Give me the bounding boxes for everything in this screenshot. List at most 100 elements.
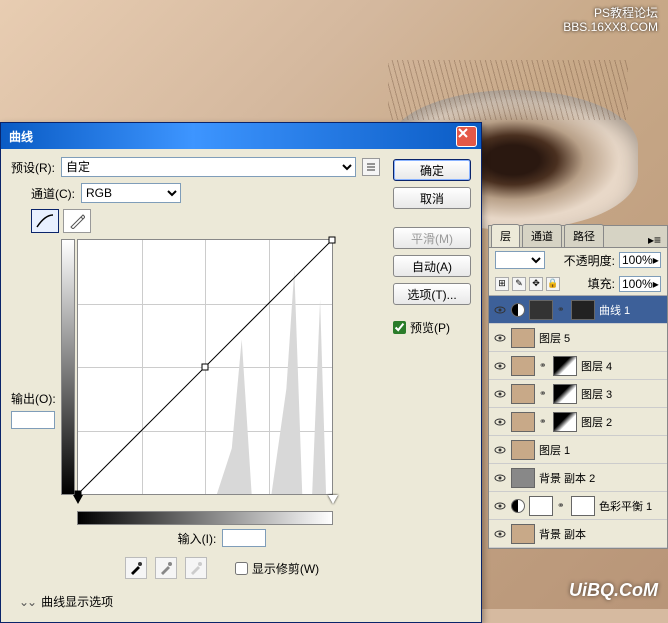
mask-thumbnail[interactable] <box>553 412 577 432</box>
eyedropper-black[interactable] <box>125 557 147 579</box>
tab-layers[interactable]: 层 <box>491 224 520 247</box>
layer-thumbnail[interactable] <box>511 524 535 544</box>
visibility-icon[interactable] <box>493 387 507 401</box>
link-icon[interactable]: ⚭ <box>557 304 567 315</box>
layer-list: ⚭ 曲线 1 图层 5 ⚭ 图层 4 ⚭ 图层 3 ⚭ 图层 2 图层 1 背景 副本 2 ⚭ 色彩平衡… <box>489 295 667 548</box>
vertical-gradient <box>61 239 75 495</box>
black-point-slider[interactable] <box>73 495 82 505</box>
layer-row[interactable]: ⚭ 图层 2 <box>489 408 667 436</box>
chevron-down-icon: ⌄⌄ <box>19 595 35 609</box>
mask-thumbnail[interactable] <box>553 384 577 404</box>
eyedropper-white[interactable] <box>185 557 207 579</box>
tab-paths[interactable]: 路径 <box>564 224 604 247</box>
layer-name: 色彩平衡 1 <box>599 498 652 514</box>
layer-row[interactable]: 图层 1 <box>489 436 667 464</box>
layer-row[interactable]: ⚭ 曲线 1 <box>489 296 667 324</box>
layer-name: 曲线 1 <box>599 302 630 318</box>
show-clip-checkbox[interactable] <box>235 562 248 575</box>
mask-thumbnail[interactable] <box>571 496 595 516</box>
panel-menu-icon[interactable]: ▸≡ <box>642 233 667 247</box>
visibility-icon[interactable] <box>493 443 507 457</box>
channel-label: 通道(C): <box>31 185 75 202</box>
close-button[interactable] <box>456 126 477 147</box>
fill-value[interactable]: 100%▸ <box>619 276 661 292</box>
curve-point-mid[interactable] <box>202 364 209 371</box>
preset-select[interactable]: 自定 <box>61 157 356 177</box>
layer-thumbnail[interactable] <box>511 356 535 376</box>
titlebar[interactable]: 曲线 <box>1 123 481 149</box>
lock-all-icon[interactable]: 🔒 <box>546 277 560 291</box>
curve-display-options[interactable]: ⌄⌄ 曲线显示选项 <box>19 593 383 610</box>
link-icon[interactable]: ⚭ <box>539 416 549 427</box>
fill-label: 填充: <box>588 275 615 292</box>
visibility-icon[interactable] <box>493 359 507 373</box>
layer-row[interactable]: ⚭ 图层 4 <box>489 352 667 380</box>
layer-thumbnail[interactable] <box>511 384 535 404</box>
eyedropper-gray[interactable] <box>155 557 177 579</box>
mask-thumbnail[interactable] <box>571 300 595 320</box>
link-icon[interactable]: ⚭ <box>539 388 549 399</box>
output-input[interactable] <box>11 411 55 429</box>
layer-name: 背景 副本 2 <box>539 470 595 486</box>
cancel-button[interactable]: 取消 <box>393 187 471 209</box>
preview-checkbox[interactable] <box>393 321 406 334</box>
layer-name: 背景 副本 <box>539 526 586 542</box>
input-label: 输入(I): <box>178 530 217 547</box>
smooth-button[interactable]: 平滑(M) <box>393 227 471 249</box>
options-button[interactable]: 选项(T)... <box>393 283 471 305</box>
curve-tool-pencil[interactable] <box>63 209 91 233</box>
channel-select[interactable]: RGB <box>81 183 181 203</box>
link-icon[interactable]: ⚭ <box>557 500 567 511</box>
input-input[interactable] <box>222 529 266 547</box>
layer-name: 图层 3 <box>581 386 612 402</box>
curve-tool-point[interactable] <box>31 209 59 233</box>
visibility-icon[interactable] <box>493 303 507 317</box>
lock-pixels-icon[interactable]: ✎ <box>512 277 526 291</box>
adjustment-icon <box>511 303 525 317</box>
layer-thumbnail[interactable] <box>511 440 535 460</box>
layer-row[interactable]: 背景 副本 <box>489 520 667 548</box>
layer-name: 图层 1 <box>539 442 570 458</box>
preset-menu-icon[interactable] <box>362 158 380 176</box>
auto-button[interactable]: 自动(A) <box>393 255 471 277</box>
layer-row[interactable]: 背景 副本 2 <box>489 464 667 492</box>
opacity-label: 不透明度: <box>564 252 615 269</box>
curves-dialog: 曲线 预设(R): 自定 通道(C): RGB <box>0 122 482 623</box>
layer-thumbnail[interactable] <box>511 468 535 488</box>
visibility-icon[interactable] <box>493 527 507 541</box>
dialog-title: 曲线 <box>9 128 456 145</box>
layer-name: 图层 5 <box>539 330 570 346</box>
visibility-icon[interactable] <box>493 331 507 345</box>
curve-graph[interactable] <box>77 239 333 495</box>
watermark-bottom: UiBQ.CoM <box>569 580 658 601</box>
layer-name: 图层 2 <box>581 414 612 430</box>
tab-channels[interactable]: 通道 <box>522 224 562 247</box>
layer-thumbnail[interactable] <box>511 412 535 432</box>
layer-row[interactable]: ⚭ 色彩平衡 1 <box>489 492 667 520</box>
opacity-value[interactable]: 100%▸ <box>619 252 661 268</box>
layer-name: 图层 4 <box>581 358 612 374</box>
visibility-icon[interactable] <box>493 471 507 485</box>
background-lashes <box>388 60 628 120</box>
lock-position-icon[interactable]: ✥ <box>529 277 543 291</box>
horizontal-gradient <box>77 511 333 525</box>
visibility-icon[interactable] <box>493 499 507 513</box>
show-clip-label: 显示修剪(W) <box>252 560 319 577</box>
layer-thumbnail[interactable] <box>511 328 535 348</box>
ok-button[interactable]: 确定 <box>393 159 471 181</box>
blend-mode-select[interactable] <box>495 251 545 269</box>
white-point-slider[interactable] <box>328 495 337 505</box>
lock-transparency-icon[interactable]: ⊞ <box>495 277 509 291</box>
link-icon[interactable]: ⚭ <box>539 360 549 371</box>
mask-thumbnail[interactable] <box>553 356 577 376</box>
layer-thumbnail[interactable] <box>529 300 553 320</box>
layer-row[interactable]: 图层 5 <box>489 324 667 352</box>
preset-label: 预设(R): <box>11 159 55 176</box>
layer-thumbnail[interactable] <box>529 496 553 516</box>
layer-row[interactable]: ⚭ 图层 3 <box>489 380 667 408</box>
layers-panel: 层 通道 路径 ▸≡ 不透明度: 100%▸ ⊞ ✎ ✥ 🔒 填充: 100%▸… <box>488 225 668 549</box>
curve-point-highlight[interactable] <box>329 237 336 244</box>
output-label: 输出(O): <box>11 390 56 407</box>
visibility-icon[interactable] <box>493 415 507 429</box>
preview-label: 预览(P) <box>410 319 450 336</box>
